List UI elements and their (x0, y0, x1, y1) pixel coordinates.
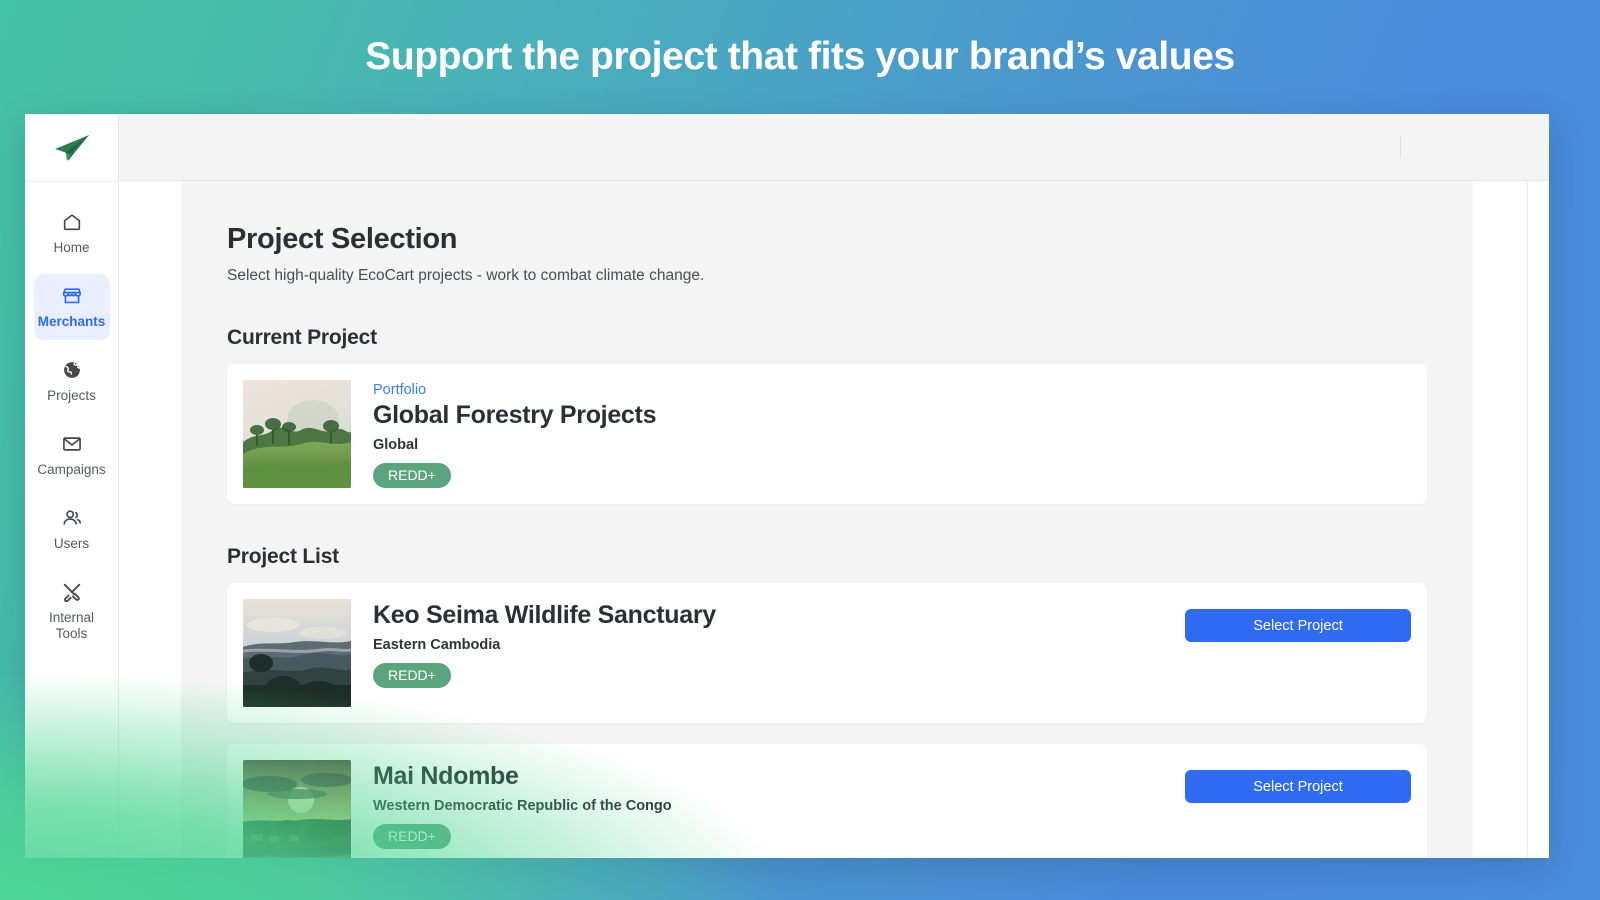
sidebar-item-projects[interactable]: Projects (34, 348, 110, 414)
status-badge: REDD+ (373, 823, 451, 849)
sidebar-item-merchants[interactable]: Merchants (33, 274, 110, 340)
envelope-icon (61, 433, 83, 455)
paper-plane-logo[interactable] (25, 114, 118, 182)
topbar-divider (1400, 136, 1401, 158)
section-title-project-list: Project List (227, 545, 339, 568)
storefront-icon (61, 285, 83, 307)
project-thumbnail (243, 599, 351, 707)
sidebar: Home Merchants Projects Campaigns Users … (25, 114, 119, 858)
status-badge: REDD+ (373, 662, 451, 688)
sidebar-item-users[interactable]: Users (34, 496, 110, 562)
section-title-current-project: Current Project (227, 326, 377, 349)
project-kicker[interactable]: Portfolio (373, 382, 1411, 398)
project-details: Keo Seima Wildlife Sanctuary Eastern Cam… (373, 599, 1163, 688)
content-padding: Project Selection Select high-quality Ec… (119, 181, 1527, 858)
globe-icon (61, 359, 83, 381)
sidebar-item-home[interactable]: Home (34, 200, 110, 266)
sidebar-item-label: Campaigns (37, 462, 106, 477)
people-icon (61, 507, 83, 529)
project-title: Keo Seima Wildlife Sanctuary (373, 601, 716, 629)
project-list-item[interactable]: Keo Seima Wildlife Sanctuary Eastern Cam… (227, 583, 1427, 723)
home-icon (61, 211, 83, 233)
sidebar-nav: Home Merchants Projects Campaigns Users … (25, 182, 118, 652)
project-region: Eastern Cambodia (373, 636, 501, 653)
topbar (119, 114, 1549, 181)
main-column: Project Selection Select high-quality Ec… (119, 114, 1549, 858)
app-window: Home Merchants Projects Campaigns Users … (25, 114, 1549, 858)
sidebar-item-label: Projects (47, 388, 96, 403)
banner-headline: Support the project that fits your brand… (365, 34, 1235, 78)
project-details: Mai Ndombe Western Democratic Republic o… (373, 760, 1163, 849)
current-project-card[interactable]: Portfolio Global Forestry Projects Globa… (227, 364, 1427, 504)
project-thumbnail (243, 380, 351, 488)
content-scroll-area: Project Selection Select high-quality Ec… (119, 181, 1549, 858)
project-region: Global (373, 436, 419, 453)
sidebar-item-label: Users (53, 536, 90, 551)
select-project-button[interactable]: Select Project (1185, 770, 1411, 803)
project-title: Global Forestry Projects (373, 401, 657, 429)
sidebar-item-campaigns[interactable]: Campaigns (34, 422, 110, 488)
status-badge: REDD+ (373, 462, 451, 488)
gradient-backdrop: Support the project that fits your brand… (0, 0, 1600, 900)
tools-icon (61, 581, 83, 603)
vertical-scrollbar[interactable] (1527, 181, 1549, 858)
select-project-button[interactable]: Select Project (1185, 609, 1411, 642)
content-panel: Project Selection Select high-quality Ec… (181, 181, 1473, 858)
project-action: Select Project (1185, 599, 1411, 642)
sidebar-item-label: Internal Tools (48, 610, 95, 641)
banner: Support the project that fits your brand… (0, 0, 1600, 114)
page-subtitle: Select high-quality EcoCart projects - w… (227, 267, 705, 284)
project-title: Mai Ndombe (373, 762, 519, 790)
project-thumbnail (243, 760, 351, 858)
sidebar-item-internal-tools[interactable]: Internal Tools (34, 570, 110, 652)
project-action: Select Project (1185, 760, 1411, 803)
sidebar-item-label: Home (53, 240, 90, 255)
project-region: Western Democratic Republic of the Congo (373, 797, 672, 814)
project-list-item[interactable]: Mai Ndombe Western Democratic Republic o… (227, 744, 1427, 858)
sidebar-item-label: Merchants (37, 314, 106, 329)
project-details: Portfolio Global Forestry Projects Globa… (373, 380, 1411, 488)
page-title: Project Selection (227, 223, 458, 255)
